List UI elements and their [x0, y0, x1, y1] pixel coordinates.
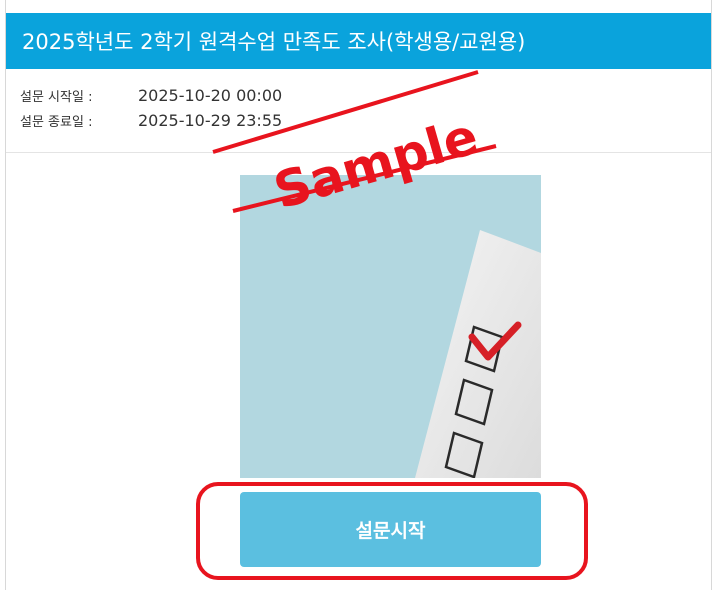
survey-title: 2025학년도 2학기 원격수업 만족도 조사(학생용/교원용)	[22, 30, 526, 54]
survey-image	[240, 175, 541, 478]
start-survey-button-label: 설문시작	[355, 520, 426, 542]
end-date-label: 설문 종료일 :	[20, 115, 93, 130]
start-date-value: 2025-10-20 00:00	[138, 86, 283, 105]
end-date-value: 2025-10-29 23:55	[138, 111, 283, 130]
start-date-label: 설문 시작일 :	[20, 90, 93, 105]
survey-period: 설문 시작일 : 2025-10-20 00:00 설문 종료일 : 2025-…	[20, 86, 282, 136]
checklist-icon	[240, 175, 541, 478]
survey-title-bar: 2025학년도 2학기 원격수업 만족도 조사(학생용/교원용)	[6, 13, 711, 69]
divider	[6, 152, 711, 153]
end-date-row: 설문 종료일 : 2025-10-29 23:55	[20, 111, 282, 136]
start-survey-button[interactable]: 설문시작	[240, 492, 541, 567]
start-date-row: 설문 시작일 : 2025-10-20 00:00	[20, 86, 282, 111]
